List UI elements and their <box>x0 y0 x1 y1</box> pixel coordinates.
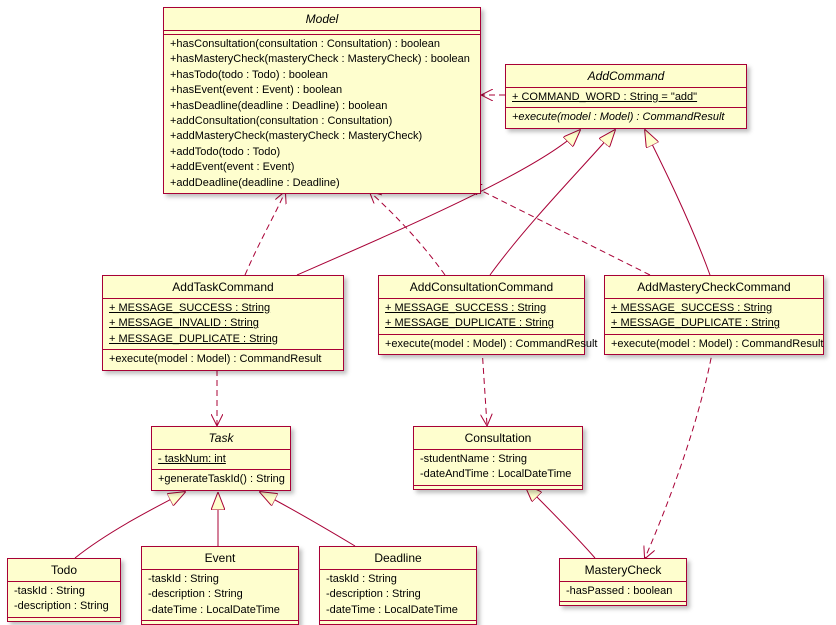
attribute: -dateTime : LocalDateTime <box>326 603 470 618</box>
class-addconsultationcommand: AddConsultationCommand + MESSAGE_SUCCESS… <box>378 275 585 355</box>
method: +addTodo(todo : Todo) <box>170 145 474 160</box>
class-title: AddCommand <box>588 69 665 83</box>
class-consultation: Consultation -studentName : String -date… <box>413 426 583 490</box>
method: +hasConsultation(consultation : Consulta… <box>170 37 474 52</box>
attribute: -taskId : String <box>326 572 470 587</box>
method: +hasMasteryCheck(masteryCheck : MasteryC… <box>170 52 474 67</box>
attribute: + MESSAGE_DUPLICATE : String <box>611 316 817 331</box>
method: +addDeadline(deadline : Deadline) <box>170 176 474 191</box>
attribute: -taskId : String <box>14 584 114 599</box>
class-title: Model <box>306 12 339 26</box>
class-masterycheck: MasteryCheck -hasPassed : boolean <box>559 558 687 606</box>
class-title: Deadline <box>374 551 421 565</box>
method: +execute(model : Model) : CommandResult <box>611 337 817 352</box>
attribute: -dateTime : LocalDateTime <box>148 603 292 618</box>
attribute: + MESSAGE_INVALID : String <box>109 316 337 331</box>
attribute: + MESSAGE_SUCCESS : String <box>611 301 817 316</box>
attribute: + MESSAGE_DUPLICATE : String <box>109 332 337 347</box>
method: +execute(model : Model) : CommandResult <box>512 110 740 125</box>
class-task: Task - taskNum: int +generateTaskId() : … <box>151 426 291 491</box>
attribute: -description : String <box>148 587 292 602</box>
class-addmasterycheckcommand: AddMasteryCheckCommand + MESSAGE_SUCCESS… <box>604 275 824 355</box>
class-title: Consultation <box>465 431 532 445</box>
attribute: + MESSAGE_DUPLICATE : String <box>385 316 578 331</box>
class-title: AddConsultationCommand <box>410 280 553 294</box>
class-title: AddMasteryCheckCommand <box>637 280 790 294</box>
method: +hasDeadline(deadline : Deadline) : bool… <box>170 99 474 114</box>
attribute: -description : String <box>14 599 114 614</box>
class-title: Task <box>209 431 234 445</box>
class-model: Model +hasConsultation(consultation : Co… <box>163 7 481 194</box>
attribute: -studentName : String <box>420 452 576 467</box>
class-title: AddTaskCommand <box>172 280 273 294</box>
method: +addMasteryCheck(masteryCheck : MasteryC… <box>170 129 474 144</box>
method: +execute(model : Model) : CommandResult <box>385 337 578 352</box>
attribute: + MESSAGE_SUCCESS : String <box>109 301 337 316</box>
method: +addConsultation(consultation : Consulta… <box>170 114 474 129</box>
class-todo: Todo -taskId : String -description : Str… <box>7 558 121 622</box>
class-event: Event -taskId : String -description : St… <box>141 546 299 625</box>
method: +addEvent(event : Event) <box>170 160 474 175</box>
attribute: -dateAndTime : LocalDateTime <box>420 467 576 482</box>
method: +execute(model : Model) : CommandResult <box>109 352 337 367</box>
method: +hasTodo(todo : Todo) : boolean <box>170 68 474 83</box>
class-addcommand: AddCommand + COMMAND_WORD : String = "ad… <box>505 64 747 129</box>
method: +hasEvent(event : Event) : boolean <box>170 83 474 98</box>
attribute: + COMMAND_WORD : String = "add" <box>512 90 740 105</box>
method: +generateTaskId() : String <box>158 472 284 487</box>
class-title: MasteryCheck <box>585 563 662 577</box>
attribute: -hasPassed : boolean <box>566 584 680 599</box>
class-title: Event <box>205 551 236 565</box>
attribute: - taskNum: int <box>158 452 284 467</box>
attribute: -description : String <box>326 587 470 602</box>
attribute: + MESSAGE_SUCCESS : String <box>385 301 578 316</box>
class-deadline: Deadline -taskId : String -description :… <box>319 546 477 625</box>
attribute: -taskId : String <box>148 572 292 587</box>
class-title: Todo <box>51 563 77 577</box>
class-addtaskcommand: AddTaskCommand + MESSAGE_SUCCESS : Strin… <box>102 275 344 371</box>
